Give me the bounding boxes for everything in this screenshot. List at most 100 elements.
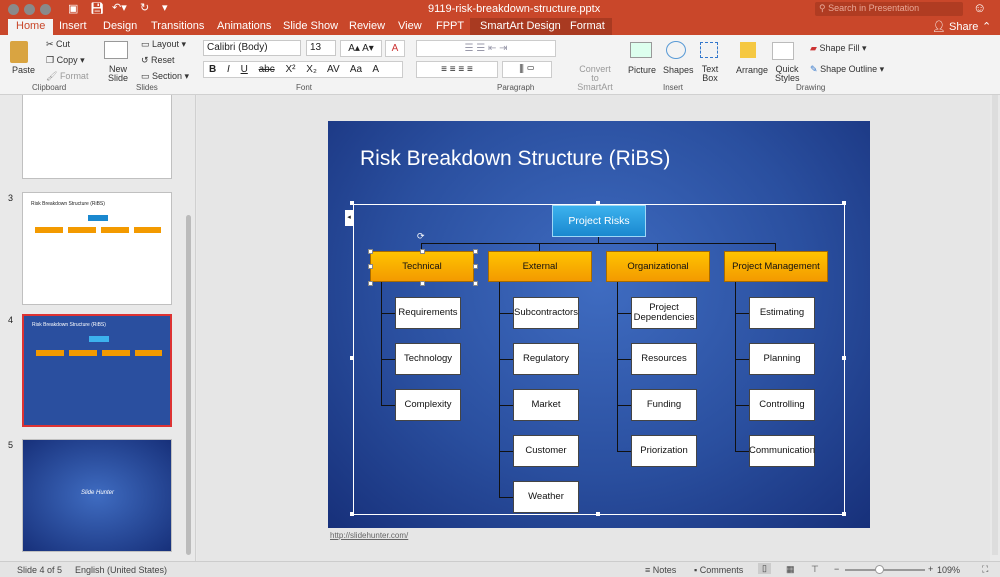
frame-handle[interactable] <box>350 356 354 360</box>
redo-icon[interactable]: ↻ <box>140 1 149 14</box>
zoom-level[interactable]: 109% <box>937 565 960 575</box>
tab-smartart-design[interactable]: SmartArt Design <box>480 20 561 32</box>
tab-view[interactable]: View <box>398 20 422 32</box>
zoom-slider-thumb[interactable] <box>875 565 884 574</box>
layout-button[interactable]: ▭ Layout ▾ <box>141 39 186 50</box>
tab-fppt[interactable]: FPPT <box>436 20 464 32</box>
bold-button[interactable]: B <box>209 64 216 75</box>
frame-handle[interactable] <box>596 201 600 205</box>
tab-design[interactable]: Design <box>103 20 137 32</box>
resize-handle[interactable] <box>368 264 373 269</box>
child-node[interactable]: Controlling <box>749 389 815 421</box>
tab-transitions[interactable]: Transitions <box>151 20 204 32</box>
child-node[interactable]: Resources <box>631 343 697 375</box>
slide-sorter-button[interactable]: ▦ <box>786 564 795 575</box>
category-node[interactable]: External <box>488 251 592 282</box>
customize-toolbar-icon[interactable]: ▾ <box>162 1 168 14</box>
tab-insert[interactable]: Insert <box>59 20 87 32</box>
new-slide-button[interactable]: New Slide <box>106 65 130 83</box>
quick-styles-button[interactable]: Quick Styles <box>775 65 800 83</box>
frame-handle[interactable] <box>842 201 846 205</box>
resize-handle[interactable] <box>420 249 425 254</box>
notes-button[interactable]: ≡ Notes <box>645 565 676 575</box>
rotate-handle-icon[interactable]: ⟳ <box>417 231 425 242</box>
zoom-in-button[interactable]: + <box>928 564 933 574</box>
child-node[interactable]: Communication <box>749 435 815 467</box>
child-node[interactable]: Planning <box>749 343 815 375</box>
paste-icon[interactable] <box>10 41 28 63</box>
normal-view-button[interactable]: ▯ <box>758 563 771 574</box>
thumbnail-slide-3[interactable]: Risk Breakdown Structure (RiBS) <box>22 192 172 305</box>
font-name-select[interactable]: Calibri (Body) <box>203 40 301 56</box>
tab-animations[interactable]: Animations <box>217 20 271 32</box>
thumbnail-slide-4[interactable]: Risk Breakdown Structure (RiBS) <box>22 314 172 427</box>
child-node[interactable]: Complexity <box>395 389 461 421</box>
category-node[interactable]: Organizational <box>606 251 710 282</box>
minimize-window-button[interactable] <box>24 4 35 15</box>
copy-button[interactable]: ❐ Copy ▾ <box>46 55 85 66</box>
frame-handle[interactable] <box>350 512 354 516</box>
slide-title[interactable]: Risk Breakdown Structure (RiBS) <box>360 147 670 171</box>
shapes-button[interactable]: Shapes <box>663 65 694 75</box>
list-buttons[interactable]: ☰ ☰ ⇤ ⇥ <box>416 40 556 57</box>
resize-handle[interactable] <box>420 281 425 286</box>
quick-styles-icon[interactable] <box>772 42 794 60</box>
zoom-out-button[interactable]: − <box>834 564 839 574</box>
undo-icon[interactable]: ↶▾ <box>112 1 127 14</box>
smiley-feedback-icon[interactable]: ☺ <box>973 0 986 15</box>
reset-button[interactable]: ↺ Reset <box>141 55 175 66</box>
text-direction-buttons[interactable]: ⫼ ▭ <box>502 61 552 78</box>
frame-handle[interactable] <box>842 356 846 360</box>
arrange-button[interactable]: Arrange <box>736 65 768 75</box>
comments-button[interactable]: ▪ Comments <box>694 565 743 575</box>
child-node[interactable]: Market <box>513 389 579 421</box>
frame-handle[interactable] <box>350 201 354 205</box>
convert-to-smartart-button[interactable]: Convert to SmartArt <box>575 65 615 92</box>
child-node[interactable]: Project Dependencies <box>631 297 697 329</box>
resize-handle[interactable] <box>473 249 478 254</box>
picture-button[interactable]: Picture <box>628 65 656 75</box>
cut-button[interactable]: ✂ Cut <box>46 39 70 50</box>
strikethrough-button[interactable]: abc <box>259 64 275 75</box>
thumbnail-slide-5[interactable]: Slide Hunter <box>22 439 172 552</box>
child-node[interactable]: Priorization <box>631 435 697 467</box>
font-size-grow-shrink[interactable]: A▴ A▾ <box>340 40 382 57</box>
frame-handle[interactable] <box>596 512 600 516</box>
italic-button[interactable]: I <box>227 64 230 75</box>
search-input[interactable]: ⚲ Search in Presentation <box>815 2 963 16</box>
frame-handle[interactable] <box>842 512 846 516</box>
child-node[interactable]: Customer <box>513 435 579 467</box>
thumbnail-slide-2[interactable] <box>22 95 172 179</box>
child-node[interactable]: Requirements <box>395 297 461 329</box>
fit-to-window-icon[interactable]: ⛶ <box>982 564 988 575</box>
sidebar-toggle-icon[interactable]: ▣ <box>68 2 78 15</box>
text-pane-toggle[interactable]: ◂ <box>345 210 353 226</box>
footer-link[interactable]: http://slidehunter.com/ <box>330 531 408 540</box>
picture-icon[interactable] <box>630 42 652 58</box>
shape-outline-button[interactable]: ✎ Shape Outline ▾ <box>810 64 884 75</box>
close-window-button[interactable] <box>8 4 19 15</box>
underline-button[interactable]: U <box>241 64 248 75</box>
child-node[interactable]: Regulatory <box>513 343 579 375</box>
text-box-icon[interactable] <box>700 42 718 58</box>
resize-handle[interactable] <box>368 281 373 286</box>
resize-handle[interactable] <box>473 264 478 269</box>
child-node[interactable]: Technology <box>395 343 461 375</box>
child-node[interactable]: Funding <box>631 389 697 421</box>
zoom-slider[interactable] <box>845 569 925 571</box>
font-size-select[interactable]: 13 <box>306 40 336 56</box>
category-node[interactable]: Project Management <box>724 251 828 282</box>
tab-format[interactable]: Format <box>570 20 605 32</box>
save-icon[interactable]: 💾︎ <box>90 2 104 15</box>
child-node[interactable]: Estimating <box>749 297 815 329</box>
shape-fill-button[interactable]: ▰ Shape Fill ▾ <box>810 43 867 54</box>
editor-scrollbar[interactable] <box>992 95 998 555</box>
resize-handle[interactable] <box>368 249 373 254</box>
tab-home[interactable]: Home <box>8 19 54 35</box>
clear-formatting-icon[interactable]: A <box>385 40 405 57</box>
tab-slide-show[interactable]: Slide Show <box>283 20 338 32</box>
presenter-view-button[interactable]: ⊤ <box>811 564 819 575</box>
text-box-button[interactable]: Text Box <box>700 65 720 83</box>
tab-review[interactable]: Review <box>349 20 385 32</box>
collapse-ribbon-icon[interactable]: ⌃ <box>982 20 991 33</box>
